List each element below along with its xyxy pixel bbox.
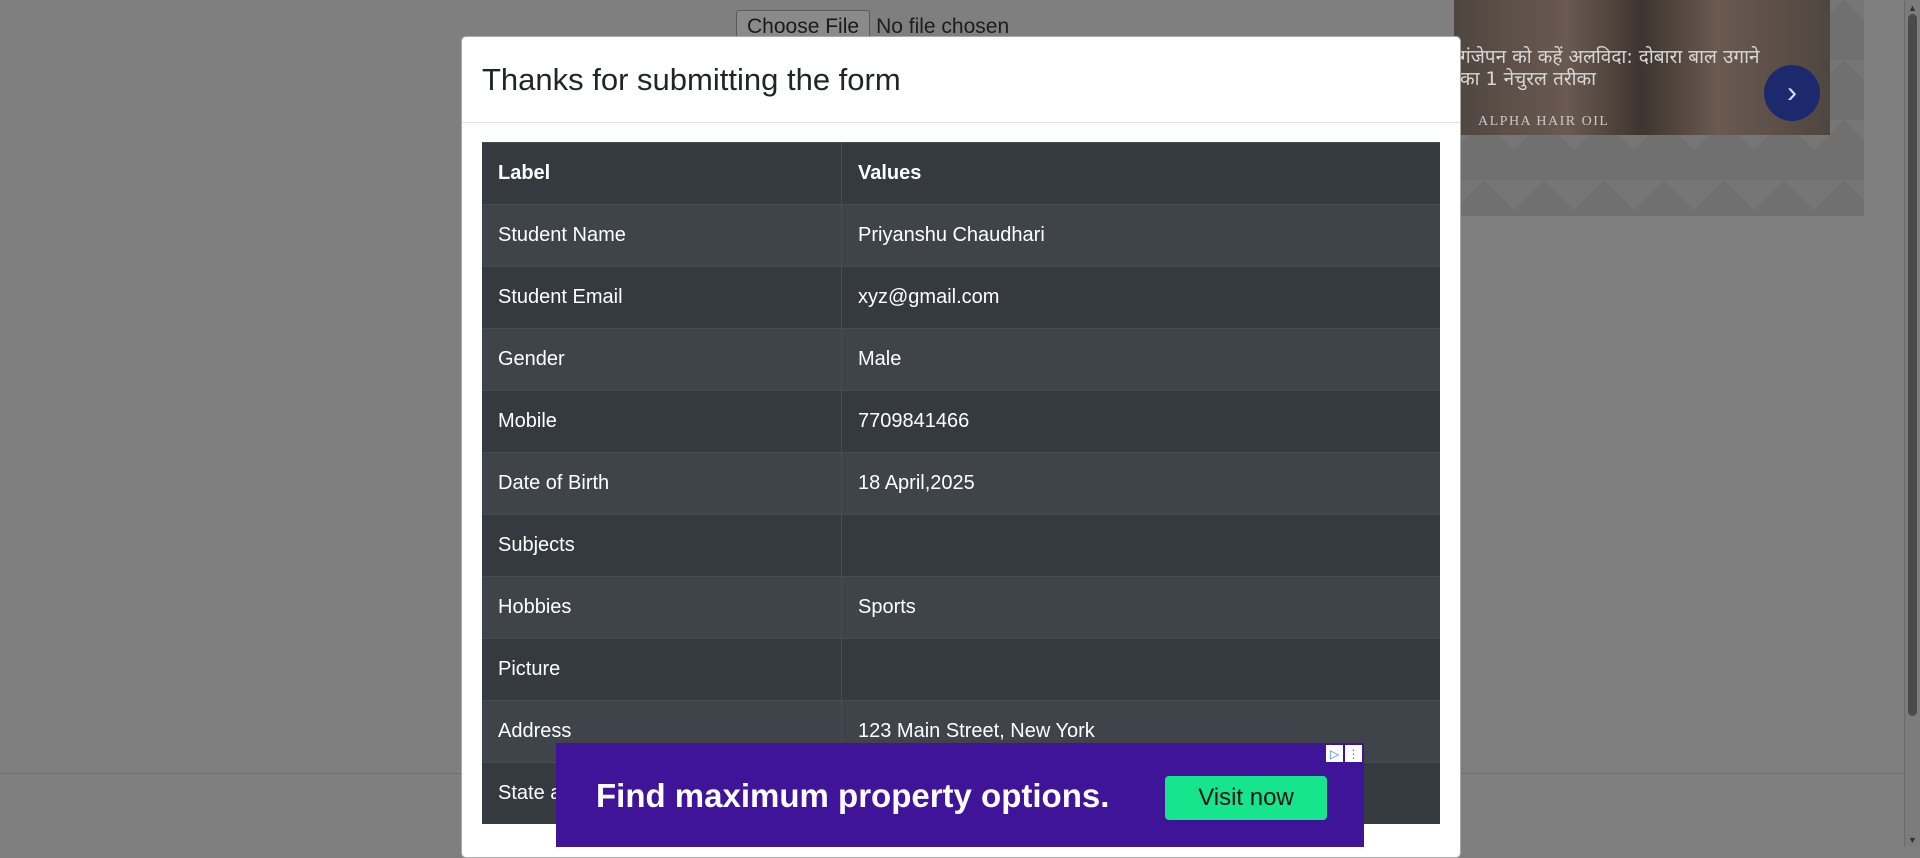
chevron-right-icon[interactable]: › (1764, 65, 1820, 121)
table-row: Picture (482, 638, 1440, 701)
row-label: Subjects (482, 514, 842, 577)
row-value (841, 638, 1440, 701)
row-label: Date of Birth (482, 452, 842, 515)
table-row: Student Name Priyanshu Chaudhari (482, 204, 1440, 267)
row-value: Sports (841, 576, 1440, 639)
visit-now-button[interactable]: Visit now (1165, 776, 1327, 820)
row-label: Picture (482, 638, 842, 701)
table-header-row: Label Values (482, 142, 1440, 205)
table-row: Hobbies Sports (482, 576, 1440, 639)
modal-header: Thanks for submitting the form (462, 37, 1460, 123)
row-label: Student Email (482, 266, 842, 329)
ad-brand: ALPHA HAIR OIL (1478, 114, 1610, 129)
column-header-label: Label (482, 142, 842, 205)
submission-modal: Thanks for submitting the form Label Val… (461, 36, 1461, 858)
table-row: Date of Birth 18 April,2025 (482, 452, 1440, 515)
banner-headline[interactable]: Find maximum property options. (596, 777, 1109, 815)
adchoices-icon[interactable]: ▷ (1326, 745, 1343, 762)
row-value (841, 514, 1440, 577)
side-advertisement[interactable]: गंजेपन को कहें अलविदा: दोबारा बाल उगाने … (1454, 0, 1864, 216)
row-label: Student Name (482, 204, 842, 267)
row-value: Priyanshu Chaudhari (841, 204, 1440, 267)
table-row: Student Email xyz@gmail.com (482, 266, 1440, 329)
modal-title: Thanks for submitting the form (482, 61, 901, 97)
scroll-up-icon[interactable]: ▲ (1905, 0, 1920, 15)
banner-advertisement[interactable]: ▷ ⋮ Find maximum property options. Visit… (556, 743, 1364, 847)
table-row: Mobile 7709841466 (482, 390, 1440, 453)
row-label: Mobile (482, 390, 842, 453)
row-label: Gender (482, 328, 842, 391)
table-row: Subjects (482, 514, 1440, 577)
ad-controls: ▷ ⋮ (1326, 745, 1362, 762)
scrollbar-thumb[interactable] (1908, 14, 1917, 716)
column-header-values: Values (841, 142, 1440, 205)
scroll-down-icon[interactable]: ▼ (1905, 832, 1920, 847)
results-table: Label Values Student Name Priyanshu Chau… (482, 142, 1440, 824)
results-table-wrapper: Label Values Student Name Priyanshu Chau… (482, 142, 1440, 824)
table-row: Gender Male (482, 328, 1440, 391)
row-value: 18 April,2025 (841, 452, 1440, 515)
page-scrollbar[interactable]: ▲ ▼ (1904, 0, 1920, 847)
ad-menu-icon[interactable]: ⋮ (1345, 745, 1362, 762)
ad-caption[interactable]: गंजेपन को कहें अलविदा: दोबारा बाल उगाने … (1460, 46, 1760, 90)
row-value: xyz@gmail.com (841, 266, 1440, 329)
row-value: Male (841, 328, 1440, 391)
row-label: Hobbies (482, 576, 842, 639)
row-value: 7709841466 (841, 390, 1440, 453)
